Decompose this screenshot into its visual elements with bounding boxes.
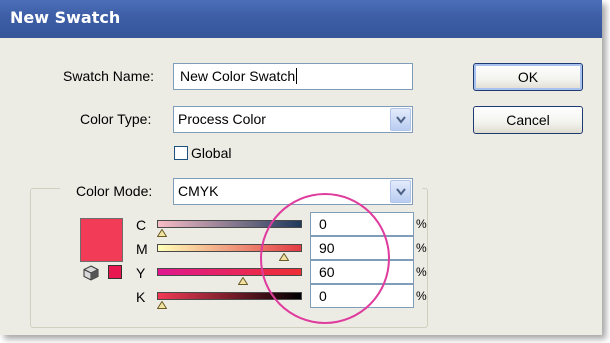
color-preview-swatch <box>80 218 123 262</box>
value-input-k[interactable]: 0 <box>310 284 414 308</box>
global-checkbox[interactable] <box>174 146 188 160</box>
chevron-down-icon[interactable] <box>390 108 411 131</box>
value-input-m[interactable]: 90 <box>310 236 414 260</box>
slider-thumb-y[interactable] <box>238 277 248 285</box>
swatch-name-value: New Color Swatch <box>180 68 296 84</box>
slider-thumb-k[interactable] <box>157 301 167 309</box>
gamut-correction-swatch[interactable] <box>108 265 122 279</box>
color-mode-label: Color Mode: <box>76 183 153 199</box>
color-type-select[interactable]: Process Color <box>173 106 413 133</box>
out-of-web-gamut-cube-icon[interactable] <box>83 265 99 281</box>
new-swatch-dialog: New Swatch Swatch Name: New Color Swatch… <box>0 0 602 335</box>
slider-label-c: C <box>136 217 147 233</box>
chevron-down-icon[interactable] <box>390 180 411 203</box>
cancel-button[interactable]: Cancel <box>473 106 583 134</box>
dialog-title: New Swatch <box>10 8 121 27</box>
percent-unit-label: % <box>416 241 427 255</box>
slider-label-m: M <box>136 241 148 257</box>
swatch-name-label: Swatch Name: <box>63 68 155 84</box>
slider-track-m[interactable] <box>157 244 302 252</box>
color-type-value: Process Color <box>178 111 266 127</box>
ok-button[interactable]: OK <box>473 63 583 91</box>
percent-unit-label: % <box>416 265 427 279</box>
text-caret <box>296 68 298 84</box>
percent-unit-label: % <box>416 217 427 231</box>
slider-track-k[interactable] <box>157 292 302 300</box>
slider-label-y: Y <box>136 265 146 281</box>
swatch-name-input[interactable]: New Color Swatch <box>173 63 413 90</box>
color-mode-select[interactable]: CMYK <box>173 178 413 205</box>
value-input-c[interactable]: 0 <box>310 212 414 236</box>
color-type-label: Color Type: <box>80 111 152 127</box>
title-bar[interactable]: New Swatch <box>0 0 602 38</box>
slider-track-c[interactable] <box>157 220 302 228</box>
slider-label-k: K <box>136 289 146 305</box>
color-mode-value: CMYK <box>178 183 219 199</box>
global-label: Global <box>191 145 232 161</box>
slider-thumb-c[interactable] <box>157 229 167 237</box>
slider-thumb-m[interactable] <box>278 253 289 261</box>
percent-unit-label: % <box>416 289 427 303</box>
value-input-y[interactable]: 60 <box>310 260 414 284</box>
slider-track-y[interactable] <box>157 268 302 276</box>
